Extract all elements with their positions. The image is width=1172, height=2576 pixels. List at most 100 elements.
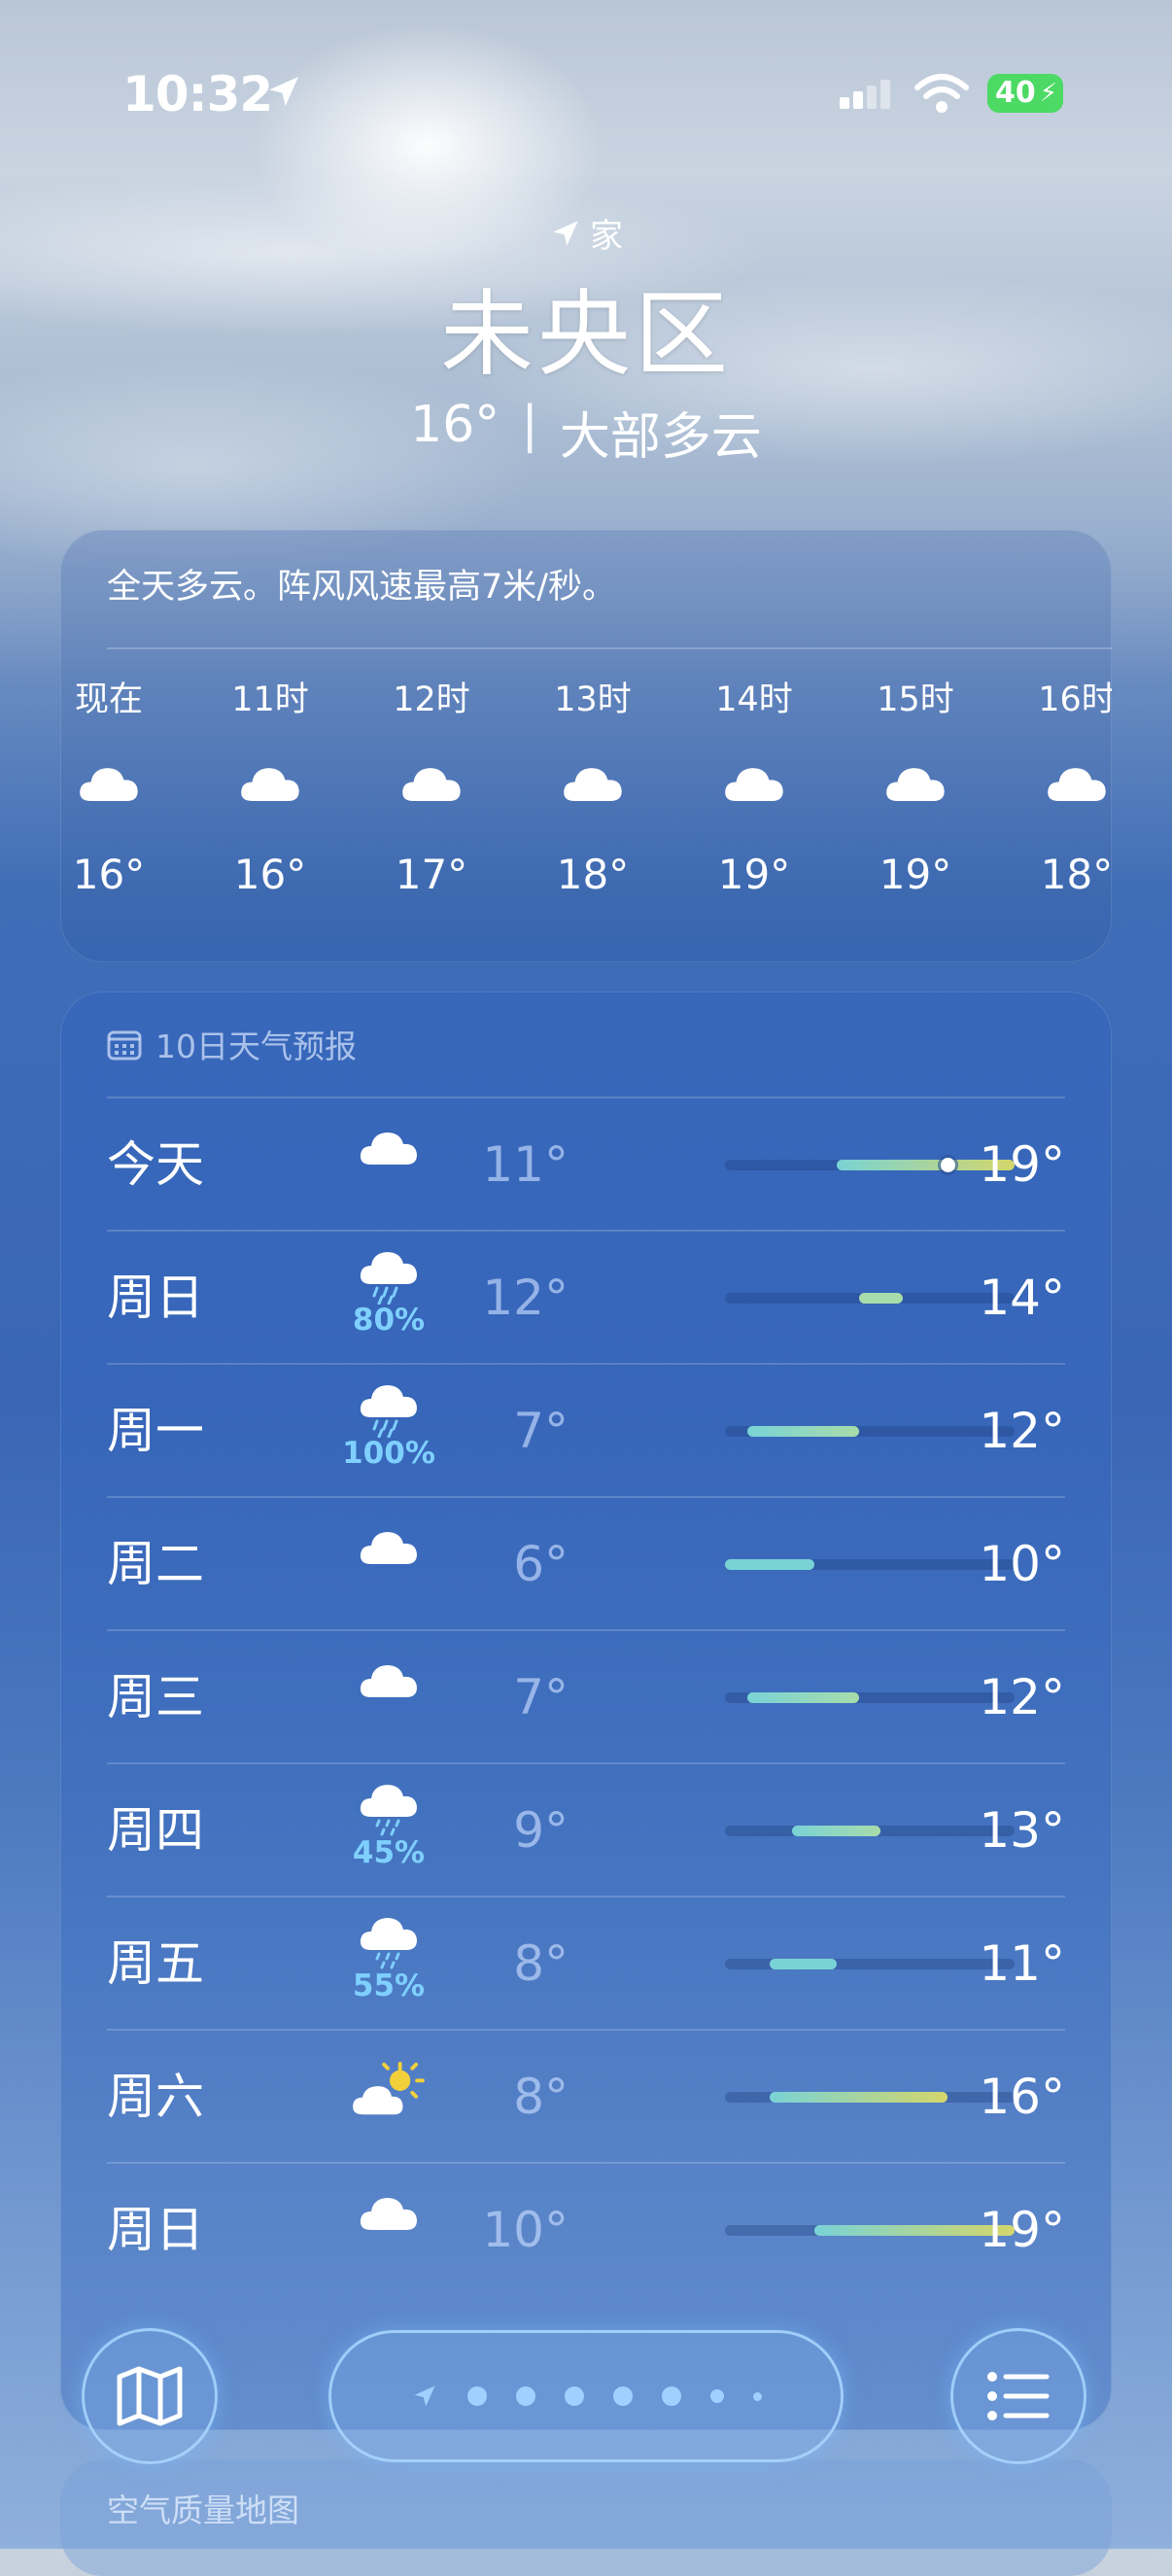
day-name: 周三 <box>107 1669 204 1725</box>
hour-label: 现在 <box>74 680 143 719</box>
temp-range-bar <box>725 2092 1015 2103</box>
map-icon <box>117 2366 183 2426</box>
hour-item: 16时 18° <box>1018 676 1112 898</box>
day-row[interactable]: 周四 45% 9° 13° <box>107 1764 1065 1897</box>
cloud-icon <box>857 724 974 841</box>
day-row[interactable]: 周一 100% 7° 12° <box>107 1365 1065 1498</box>
wifi-icon <box>914 74 969 113</box>
hour-item: 12时 17° <box>373 676 490 898</box>
temp-range-bar <box>725 1293 1015 1304</box>
day-name: 周五 <box>107 1935 204 1992</box>
hour-label: 15时 <box>877 680 954 719</box>
day-row[interactable]: 周三 7° 12° <box>107 1631 1065 1764</box>
hour-temp: 19° <box>717 851 791 898</box>
day-name: 今天 <box>107 1136 204 1193</box>
high-temp: 11° <box>979 1935 1065 1992</box>
day-row[interactable]: 周日 10° 19° <box>107 2164 1065 2297</box>
hour-item: 14时 19° <box>696 676 812 898</box>
condition-text: 大部多云 <box>559 408 762 467</box>
cloud-icon <box>60 724 167 841</box>
low-temp: 12° <box>482 1270 569 1326</box>
low-temp: 8° <box>513 1935 569 1992</box>
day-name: 周日 <box>107 1270 204 1326</box>
temp-range-fill <box>791 1826 881 1836</box>
high-temp: 14° <box>979 1270 1065 1326</box>
day-name: 周二 <box>107 1536 204 1592</box>
hour-item: 13时 18° <box>534 676 651 898</box>
temp-range-bar <box>725 1559 1015 1570</box>
cloud-icon <box>373 724 490 841</box>
battery-level: 40 <box>995 76 1036 110</box>
status-bar: 10:32 40 ⚡ <box>0 58 1172 126</box>
map-button[interactable] <box>82 2328 218 2464</box>
page-dot[interactable] <box>709 2389 724 2403</box>
hourly-forecast-card[interactable]: 全天多云。阵风风速最高7米/秒。 现在 16° 11时 16° 12时 17° 13时 18°… <box>60 530 1112 962</box>
hour-label: 11时 <box>231 680 309 719</box>
location-arrow-icon <box>553 220 578 246</box>
location-header: 家 未央区 16° | 大部多云 <box>0 209 1172 469</box>
location-list-button[interactable] <box>950 2328 1086 2464</box>
ten-day-forecast-card[interactable]: 10日天气预报 今天 11° 19° 周日 80% 12° 14° 周一 100% 7° 12° 周二… <box>60 992 1112 2430</box>
hour-temp: 19° <box>879 851 952 898</box>
conditions-separator: | <box>521 396 538 454</box>
day-row[interactable]: 周五 55% 8° 11° <box>107 1897 1065 2031</box>
hour-temp: 16° <box>233 851 307 898</box>
ten-day-title-text: 10日天气预报 <box>155 1027 357 1065</box>
temp-range-fill <box>746 1692 859 1703</box>
temp-range-bar <box>725 1959 1015 1969</box>
hour-label: 12时 <box>393 680 470 719</box>
page-dot[interactable] <box>515 2386 535 2406</box>
page-dot[interactable] <box>466 2386 487 2406</box>
charging-bolt-icon: ⚡ <box>1039 79 1057 108</box>
low-temp: 11° <box>482 1136 569 1193</box>
cloud-icon <box>212 724 328 841</box>
hour-temp: 18° <box>556 851 630 898</box>
day-row[interactable]: 周日 80% 12° 14° <box>107 1232 1065 1365</box>
page-dot[interactable] <box>564 2386 584 2406</box>
low-temp: 6° <box>513 1536 569 1592</box>
current-conditions: 16° | 大部多云 <box>0 396 1172 469</box>
high-temp: 19° <box>979 1136 1065 1193</box>
day-row[interactable]: 周六 8° 16° <box>107 2031 1065 2164</box>
hour-item: 11时 16° <box>212 676 328 898</box>
temp-range-fill <box>858 1293 904 1304</box>
day-name: 周六 <box>107 2069 204 2125</box>
day-row[interactable]: 今天 11° 19° <box>107 1098 1065 1232</box>
hour-temp: 17° <box>395 851 468 898</box>
cellular-signal-icon <box>840 80 890 109</box>
home-label: 家 <box>590 217 623 256</box>
low-temp: 8° <box>513 2069 569 2125</box>
air-quality-card[interactable]: 空气质量地图 <box>60 2459 1112 2576</box>
cloud-icon <box>696 724 812 841</box>
high-temp: 12° <box>979 1403 1065 1459</box>
temp-range-bar <box>725 2225 1015 2236</box>
current-temperature: 16° <box>410 396 500 454</box>
day-name: 周四 <box>107 1802 204 1859</box>
low-temp: 10° <box>482 2202 569 2258</box>
hour-item: 现在 16° <box>60 676 167 898</box>
page-dot[interactable] <box>752 2391 762 2401</box>
page-dot[interactable] <box>661 2386 681 2406</box>
low-temp: 9° <box>513 1802 569 1859</box>
forecast-summary: 全天多云。阵风风速最高7米/秒。 <box>107 568 617 607</box>
hour-label: 13时 <box>554 680 632 719</box>
temp-range-fill <box>725 1559 814 1570</box>
day-name: 周日 <box>107 2202 204 2258</box>
location-pager[interactable] <box>328 2330 844 2462</box>
hourly-scroll[interactable]: 现在 16° 11时 16° 12时 17° 13时 18° 14时 19° 15时 19° 16时 18… <box>60 676 1112 957</box>
temp-range-fill <box>746 1426 859 1437</box>
cloud-icon <box>1018 724 1112 841</box>
temp-range-fill <box>769 1959 837 1969</box>
hour-item: 15时 19° <box>857 676 974 898</box>
temp-range-fill <box>769 2092 948 2103</box>
high-temp: 12° <box>979 1669 1065 1725</box>
battery-indicator: 40 ⚡ <box>987 74 1063 113</box>
home-location-label: 家 <box>549 209 623 257</box>
hour-label: 16时 <box>1038 680 1112 719</box>
day-name: 周一 <box>107 1403 204 1459</box>
day-row[interactable]: 周二 6° 10° <box>107 1498 1065 1631</box>
hour-temp: 16° <box>72 851 146 898</box>
list-icon <box>987 2372 1050 2420</box>
page-dot[interactable] <box>612 2386 633 2406</box>
divider <box>107 647 1112 649</box>
